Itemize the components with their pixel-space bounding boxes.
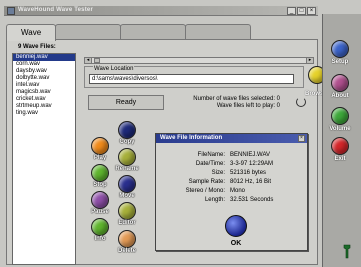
tab-4[interactable] <box>185 24 252 40</box>
play-label: Play <box>93 155 107 161</box>
about-button[interactable] <box>331 74 349 92</box>
exit-button[interactable] <box>331 137 349 155</box>
file-list-item[interactable]: daysby.wav <box>13 68 75 75</box>
tab-3[interactable] <box>120 24 187 40</box>
dialog-title: Wave File Information <box>156 134 307 143</box>
minimize-button[interactable]: _ <box>287 7 296 15</box>
wave-location-group: Wave Location d:\sams\waves\diversos\ <box>84 66 304 88</box>
pause-label: Pause <box>91 209 109 215</box>
exit-label: Exit <box>334 156 346 162</box>
info-value: 3-3-97 12:29AM <box>230 161 274 167</box>
wave-location-label: Wave Location <box>93 66 135 72</box>
info-key: Date/Time: <box>195 161 225 167</box>
copy-label: Copy <box>119 139 135 145</box>
left-count-text: Wave files left to play: 0 <box>216 103 280 109</box>
editor-label: Editor <box>118 220 136 226</box>
info-key: FileName: <box>197 152 225 158</box>
file-list-item[interactable]: benniej.wav <box>13 54 75 61</box>
window-title: WaveHound Wave Tester <box>18 7 93 13</box>
file-list-item[interactable]: intel.wav <box>13 82 75 89</box>
copy-button[interactable] <box>118 121 136 139</box>
wave-location-field[interactable]: d:\sams\waves\diversos\ <box>89 74 294 84</box>
setup-label: Setup <box>331 59 349 65</box>
selected-count-text: Number of wave files selected: 0 <box>193 96 280 102</box>
info-key: Length: <box>204 197 225 203</box>
about-label: About <box>331 93 349 99</box>
pause-button[interactable] <box>91 191 109 209</box>
horizontal-scrollbar[interactable]: ◂ ▸ <box>84 57 314 64</box>
info-value: 521316 bytes <box>230 170 267 176</box>
move-button[interactable] <box>118 175 136 193</box>
file-list-item[interactable]: cricket.wav <box>13 96 75 103</box>
scroll-left-icon[interactable]: ◂ <box>85 58 92 63</box>
play-button[interactable] <box>91 137 109 155</box>
refresh-icon[interactable] <box>296 97 306 107</box>
delete-button[interactable] <box>118 230 136 248</box>
setup-button[interactable] <box>331 40 349 58</box>
file-list-item[interactable]: magicsb.wav <box>13 89 75 96</box>
stop-label: Stop <box>93 182 107 188</box>
close-button[interactable]: × <box>307 7 316 15</box>
info-value: 8012 Hz, 16 Bit <box>230 179 272 185</box>
scroll-thumb[interactable] <box>94 58 100 63</box>
dialog-close-icon[interactable]: × <box>298 135 305 142</box>
info-value: Mono <box>230 188 246 194</box>
title-bar: WaveHound Wave Tester _ □ × <box>4 6 318 16</box>
ok-button[interactable] <box>225 215 247 237</box>
maximize-button[interactable]: □ <box>297 7 306 15</box>
stop-button[interactable] <box>91 164 109 182</box>
rename-button[interactable] <box>118 148 136 166</box>
files-heading: 9 Wave Files: <box>18 44 56 50</box>
info-key: Stereo / Mono: <box>185 188 225 194</box>
file-list-item[interactable]: corn.wav <box>13 61 75 68</box>
app-icon[interactable] <box>7 7 15 15</box>
info-value: BENNIEJ.WAV <box>230 152 271 158</box>
status-ready: Ready <box>88 95 164 110</box>
tab-2[interactable] <box>55 24 122 40</box>
scroll-right-icon[interactable]: ▸ <box>306 58 313 63</box>
rename-label: Rename <box>115 166 139 172</box>
info-key: Size: <box>211 170 225 176</box>
info-value: 32.531 Seconds <box>230 197 274 203</box>
volume-button[interactable] <box>331 107 349 125</box>
app-window: WaveHound Wave Tester _ □ × Wave 9 Wave … <box>0 0 361 267</box>
volume-label: Volume <box>329 126 351 132</box>
wave-file-list[interactable]: benniej.wav corn.wav daysby.wav dolbytte.wa… <box>12 53 76 265</box>
file-list-item[interactable]: dolbytte.wav <box>13 75 75 82</box>
status-counts: Number of wave files selected: 0 Wave fi… <box>168 96 280 110</box>
wrench-icon[interactable] <box>342 244 352 260</box>
info-button[interactable] <box>91 218 109 236</box>
wave-info-dialog: Wave File Information × FileName: BENNIEJ… <box>155 133 308 251</box>
file-list-item[interactable]: ting.wav <box>13 110 75 117</box>
move-label: Move <box>119 193 135 199</box>
info-key: Sample Rate: <box>188 179 225 185</box>
editor-button[interactable] <box>118 202 136 220</box>
delete-label: Delete <box>117 248 136 254</box>
tab-wave[interactable]: Wave <box>6 24 57 41</box>
file-list-item[interactable]: strtmeup.wav <box>13 103 75 110</box>
ok-label: OK <box>230 240 242 247</box>
tab-bar: Wave <box>6 24 252 41</box>
info-label: Info <box>94 236 106 242</box>
